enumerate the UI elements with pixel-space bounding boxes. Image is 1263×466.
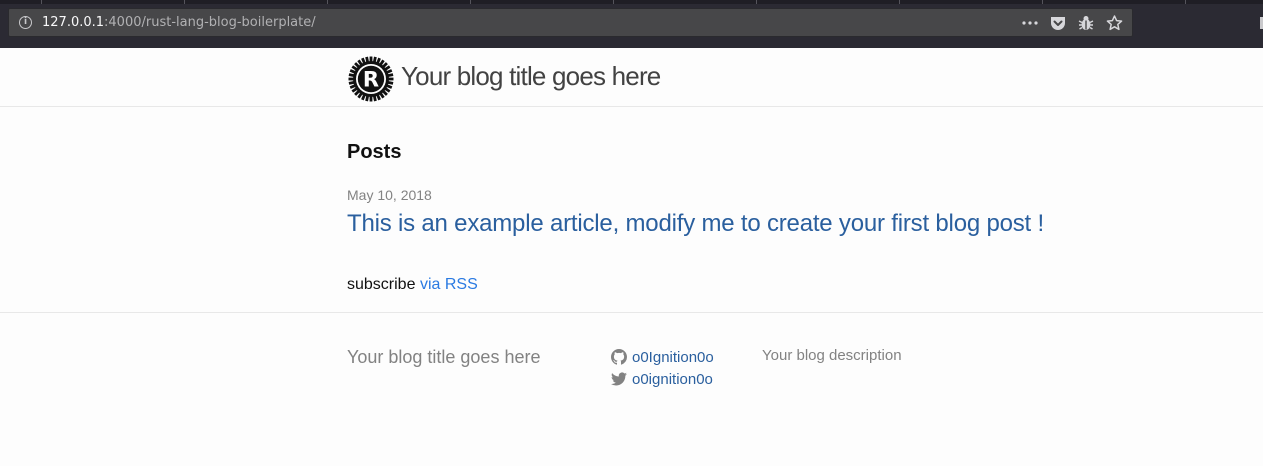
- site-header: R Your blog title goes here: [0, 48, 1263, 107]
- browser-toolbar: i 127.0.0.1:4000/rust-lang-blog-boilerpl…: [0, 0, 1263, 48]
- bookmark-star-icon[interactable]: [1100, 13, 1128, 33]
- rss-link[interactable]: via RSS: [420, 276, 478, 293]
- site-info-icon[interactable]: i: [19, 16, 32, 29]
- post-date: May 10, 2018: [347, 187, 432, 203]
- github-icon: [611, 349, 627, 365]
- site-title-link[interactable]: Your blog title goes here: [401, 61, 661, 92]
- svg-text:R: R: [363, 68, 379, 92]
- footer-description: Your blog description: [762, 347, 902, 364]
- pocket-icon[interactable]: [1044, 13, 1072, 33]
- subscribe-line: subscribe via RSS: [347, 276, 478, 294]
- github-link[interactable]: o0Ignition0o: [611, 346, 714, 368]
- twitter-icon: [611, 372, 627, 386]
- address-bar[interactable]: i 127.0.0.1:4000/rust-lang-blog-boilerpl…: [8, 8, 1133, 37]
- social-links: o0Ignition0o o0ignition0o: [611, 346, 714, 390]
- twitter-link[interactable]: o0ignition0o: [611, 368, 714, 390]
- address-bar-actions: [1016, 13, 1128, 33]
- github-username: o0Ignition0o: [632, 348, 714, 366]
- subscribe-label: subscribe: [347, 276, 416, 293]
- url-text[interactable]: 127.0.0.1:4000/rust-lang-blog-boilerplat…: [42, 15, 316, 30]
- url-host: 127.0.0.1: [42, 15, 105, 30]
- footer-title: Your blog title goes here: [347, 347, 541, 367]
- url-path: :4000/rust-lang-blog-boilerplate/: [104, 15, 316, 30]
- site-footer: Your blog title goes here o0Ignition0o o…: [0, 312, 1263, 466]
- posts-heading: Posts: [347, 141, 402, 163]
- post-title-link[interactable]: This is an example article, modify me to…: [347, 210, 1044, 238]
- tab-strip[interactable]: [0, 0, 1263, 4]
- more-actions-icon[interactable]: [1016, 13, 1044, 33]
- rust-logo-icon[interactable]: R: [348, 56, 394, 102]
- twitter-username: o0ignition0o: [632, 370, 713, 388]
- bug-icon[interactable]: [1072, 13, 1100, 33]
